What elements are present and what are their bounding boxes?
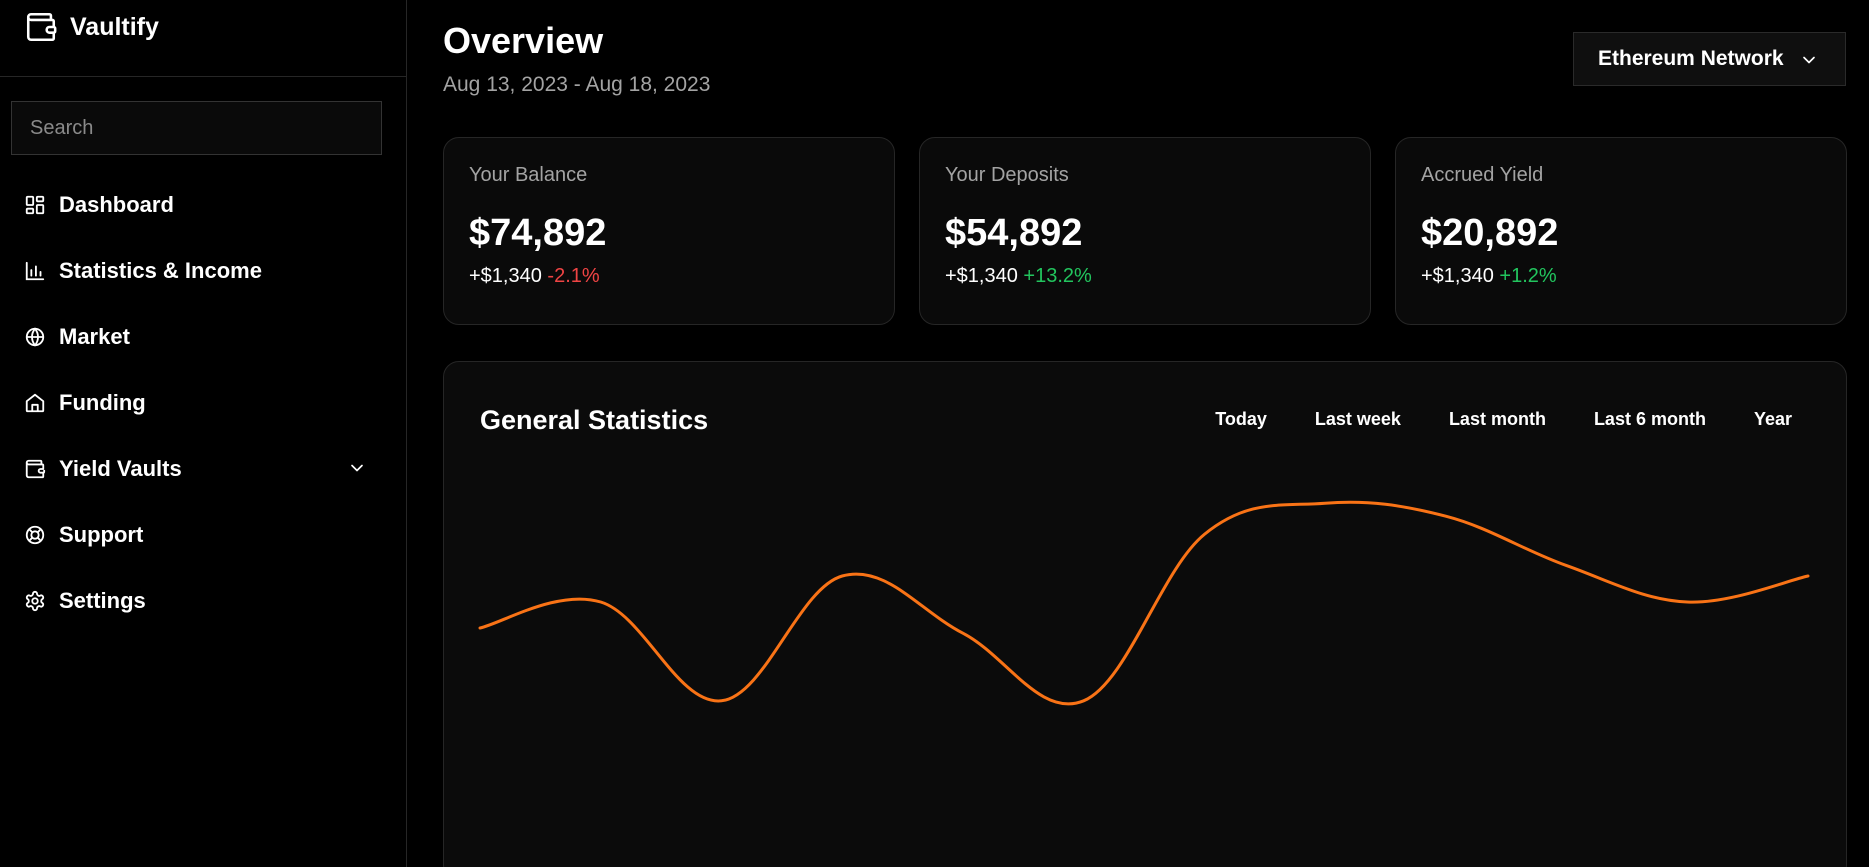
globe-icon [25,327,45,347]
line-chart [478,500,1810,706]
general-statistics-panel: General Statistics Today Last week Last … [443,361,1847,867]
sidebar-nav: Dashboard Statistics & Income Market Fun… [0,172,407,634]
balance-card: Your Balance $74,892 +$1,340 -2.1% [443,137,895,325]
sidebar-item-label: Yield Vaults [59,456,182,481]
gear-icon [25,590,45,612]
sidebar-item-support[interactable]: Support [0,502,407,568]
network-selector[interactable]: Ethereum Network [1573,32,1846,86]
network-label: Ethereum Network [1598,47,1784,70]
card-percent: +13.2% [1023,265,1092,287]
card-label: Your Balance [469,164,588,186]
sidebar-item-label: Support [59,522,144,547]
wallet-icon [25,459,46,479]
sidebar-item-settings[interactable]: Settings [0,568,407,634]
card-value: $54,892 [945,212,1083,254]
brand[interactable]: Vaultify [0,0,406,77]
card-change: +$1,340 [1421,265,1494,287]
app-name: Vaultify [70,12,159,41]
bar-chart-icon [25,261,45,281]
deposits-card: Your Deposits $54,892 +$1,340 +13.2% [919,137,1371,325]
sidebar-item-statistics[interactable]: Statistics & Income [0,238,407,304]
sidebar-item-label: Settings [59,588,146,613]
card-delta: +$1,340 +13.2% [945,265,1345,288]
sidebar-item-label: Dashboard [59,192,174,217]
card-percent: +1.2% [1499,265,1557,287]
sidebar-item-label: Funding [59,390,146,415]
chevron-down-icon[interactable] [347,458,367,478]
sidebar-item-label: Statistics & Income [59,258,262,283]
card-label: Accrued Yield [1421,164,1544,186]
card-change: +$1,340 [469,265,542,287]
sidebar-item-label: Market [59,324,130,349]
card-delta: +$1,340 +1.2% [1421,265,1821,288]
home-icon [25,393,45,413]
card-value: $74,892 [469,212,607,254]
chevron-down-icon [1803,56,1815,64]
card-percent: -2.1% [547,265,600,287]
wallet-logo-icon [26,12,57,42]
layout-grid-icon [25,195,45,215]
card-change: +$1,340 [945,265,1018,287]
card-value: $20,892 [1421,212,1559,254]
sidebar-item-funding[interactable]: Funding [0,370,407,436]
card-label: Your Deposits [945,164,1069,186]
page-title: Overview [443,20,604,61]
search-input[interactable] [11,101,382,155]
chart-series-line [478,500,1810,706]
main-content: Overview Aug 13, 2023 - Aug 18, 2023 Eth… [408,0,1869,867]
sidebar-item-dashboard[interactable]: Dashboard [0,172,407,238]
yield-card: Accrued Yield $20,892 +$1,340 +1.2% [1395,137,1847,325]
card-delta: +$1,340 -2.1% [469,265,869,288]
sidebar-item-market[interactable]: Market [0,304,407,370]
sidebar: Vaultify Dashboard Statistics & Income M… [0,0,407,867]
date-range: Aug 13, 2023 - Aug 18, 2023 [443,73,711,96]
life-buoy-icon [25,525,45,545]
sidebar-item-yield-vaults[interactable]: Yield Vaults [0,436,407,502]
